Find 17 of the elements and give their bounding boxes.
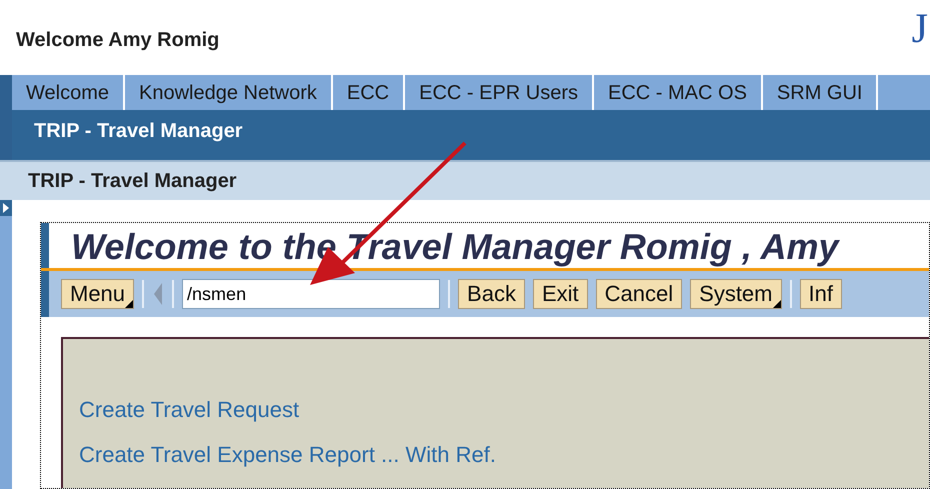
toolbar-button[interactable]: Cancel [596, 279, 682, 309]
toolbar-button[interactable]: Back [458, 279, 525, 309]
welcome-text: Welcome Amy Romig [16, 28, 220, 52]
toolbar-button[interactable]: Inf [800, 279, 842, 309]
menu-button[interactable]: Menu [61, 279, 134, 309]
menu-button[interactable]: System [690, 279, 782, 309]
expand-icon[interactable] [0, 200, 12, 216]
accent-strip [41, 223, 49, 268]
toolbar-button[interactable]: Exit [532, 279, 588, 309]
link[interactable]: Create Travel Request [79, 393, 929, 426]
page-title: TRIP - Travel Manager [28, 169, 237, 194]
corner-icon [772, 300, 780, 308]
link[interactable]: Create Travel Expense Report ... With Ref. [79, 438, 929, 471]
corner-icon [125, 300, 134, 308]
command-field[interactable]: /nsmen [182, 279, 440, 309]
subnav-item[interactable]: TRIP - Travel Manager [34, 116, 243, 146]
logo: J [912, 8, 928, 50]
